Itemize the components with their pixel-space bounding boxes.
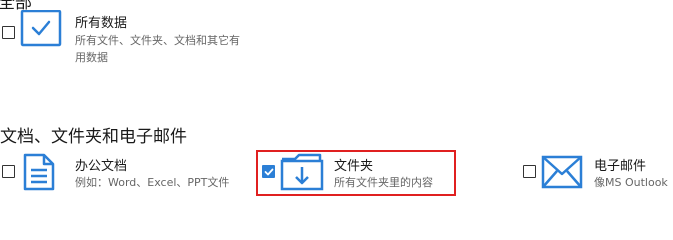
folders-checkbox[interactable] <box>262 165 275 178</box>
office-docs-description: 例如：Word、Excel、PPT文件 <box>75 176 230 189</box>
office-docs-label: 办公文档 <box>75 159 128 174</box>
envelope-icon <box>541 155 583 193</box>
all-data-description: 所有文件、文件夹、文档和其它有 用数据 <box>75 32 240 66</box>
document-icon <box>22 153 56 195</box>
office-docs-checkbox[interactable] <box>2 165 15 178</box>
all-data-label: 所有数据 <box>75 16 128 31</box>
email-checkbox[interactable] <box>523 165 536 178</box>
section-title-docs: 文档、文件夹和电子邮件 <box>0 127 187 147</box>
all-data-desc-line1: 所有文件、文件夹、文档和其它有 <box>75 34 240 47</box>
email-description: 像MS Outlook <box>594 176 668 189</box>
all-data-checkbox[interactable] <box>2 26 15 39</box>
email-label: 电子邮件 <box>594 159 647 174</box>
folders-label: 文件夹 <box>334 159 374 174</box>
folders-description: 所有文件夹里的内容 <box>334 176 433 189</box>
all-data-desc-line2: 用数据 <box>75 51 108 64</box>
checkmark-square-icon <box>20 9 62 52</box>
folder-download-icon <box>280 153 324 195</box>
